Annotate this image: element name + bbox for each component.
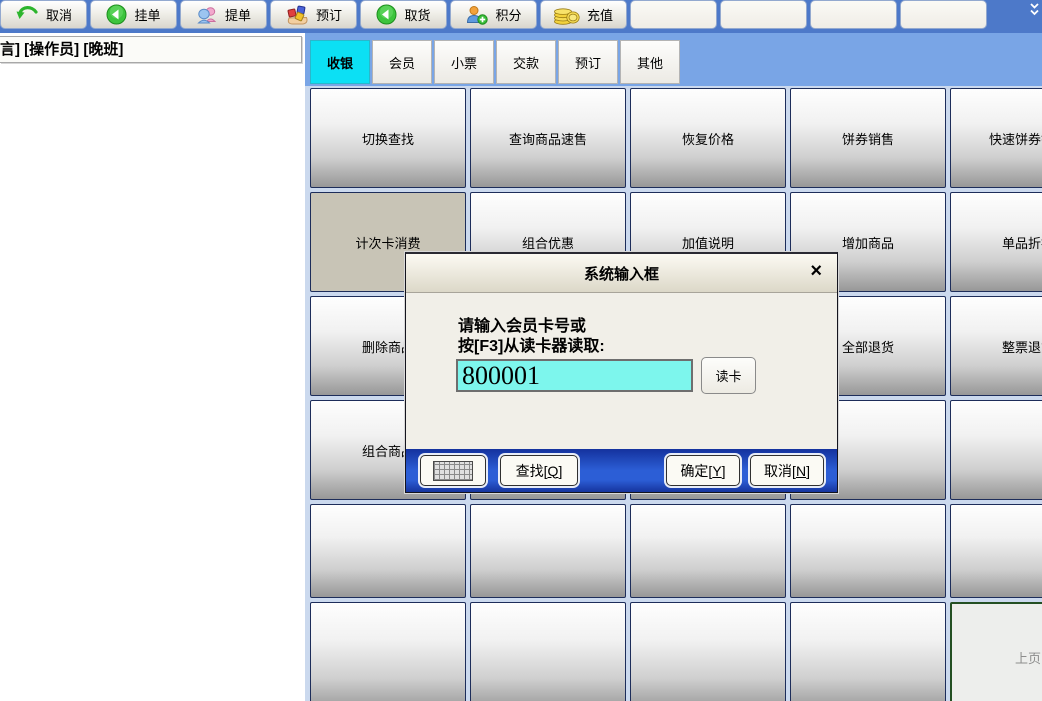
grid-button-r4c0[interactable] [310,504,466,598]
tab-bar: 收银会员小票交款预订其他 [305,33,1042,86]
toolbar-button-label: 取消 [46,5,72,24]
grid-button-r0c3[interactable]: 饼券销售 [790,88,946,188]
grid-button-label: 切换查找 [362,129,414,148]
grid-button-r4c1[interactable] [470,504,626,598]
dialog-title-bar: 系统输入框 × [406,254,837,293]
keyboard-icon [433,461,473,481]
tab-payment[interactable]: 交款 [496,40,556,84]
keyboard-button[interactable] [420,455,486,486]
cancel-button-label: 取消[ [764,461,796,481]
grid-button-label: 计次卡消费 [355,233,420,252]
pickup-order-icon [196,5,218,25]
toolbar: 取消 挂单 提单 预订 取货 积分 充值 [0,0,1042,33]
prev-page-label: 上页 [1015,648,1041,667]
toolbar-empty-button[interactable] [630,0,717,29]
grid-button-label: 整票退货 [1002,337,1042,356]
grid-button-r3c4[interactable] [950,400,1042,500]
grid-button-r5c1[interactable] [470,602,626,701]
grid-button-r4c4[interactable] [950,504,1042,598]
reserve-icon [285,5,309,25]
ok-button-label-end: ] [722,463,726,479]
grid-button-r1c4[interactable]: 单品折扣 [950,192,1042,292]
cancel-button-label-end: ] [806,463,810,479]
ok-button-label: 确定[ [680,461,712,481]
toolbar-button-recharge[interactable]: 充值 [540,0,627,29]
grid-button-r5c2[interactable] [630,602,786,701]
tab-reserve[interactable]: 预订 [558,40,618,84]
grid-button-r0c4[interactable]: 快速饼券销售 [950,88,1042,188]
cancel-button-accesskey: N [796,463,806,479]
grid-button-r5c3[interactable] [790,602,946,701]
cancel-button[interactable]: 取消[N] [750,455,824,486]
grid-button-label: 饼券销售 [842,129,894,148]
grid-button-label: 加值说明 [682,233,734,252]
toolbar-button-take-goods[interactable]: 取货 [360,0,447,29]
toolbar-empty-button[interactable] [810,0,897,29]
grid-button-r4c2[interactable] [630,504,786,598]
toolbar-button-label: 充值 [587,5,613,24]
chevron-down-icon [1029,2,1040,33]
hold-order-icon [106,4,127,25]
left-panel: 言] [操作员] [晚班] [0,33,305,701]
pos-screen: 取消挂单提单预订取货积分充值 言] [操作员] [晚班] 收银会员小票交款预订其… [0,0,1042,701]
grid-button-label: 组合优惠 [522,233,574,252]
grid-button-r4c3[interactable] [790,504,946,598]
toolbar-button-reserve[interactable]: 预订 [270,0,357,29]
points-icon [465,5,488,25]
toolbar-button-points[interactable]: 积分 [450,0,537,29]
grid-button-label: 单品折扣 [1002,233,1042,252]
toolbar-empty-button[interactable] [900,0,987,29]
grid-button-r0c1[interactable]: 查询商品速售 [470,88,626,188]
grid-button-r0c2[interactable]: 恢复价格 [630,88,786,188]
grid-button-r0c0[interactable]: 切换查找 [310,88,466,188]
recharge-icon [554,5,580,25]
toolbar-button-label: 提单 [225,5,251,24]
find-button-accesskey: Q [548,463,559,479]
ok-button-accesskey: Y [712,463,721,479]
dialog-title: 系统输入框 [406,263,837,284]
toolbar-button-pickup-order[interactable]: 提单 [180,0,267,29]
tab-cashier[interactable]: 收银 [310,40,370,84]
grid-button-label: 增加商品 [842,233,894,252]
grid-button-label: 查询商品速售 [509,129,587,148]
prev-page-button[interactable]: 上页 [950,602,1042,701]
prompt-text: 请输入会员卡号或 按[F3]从读卡器读取: [458,317,605,357]
grid-button-r2c4[interactable]: 整票退货 [950,296,1042,396]
tab-other[interactable]: 其他 [620,40,680,84]
toolbar-overflow-chevron[interactable] [1027,0,1042,33]
find-button[interactable]: 查找[Q] [500,455,578,486]
toolbar-button-label: 预订 [316,5,342,24]
grid-button-label: 全部退货 [842,337,894,356]
system-input-dialog: 系统输入框 × 请输入会员卡号或 按[F3]从读卡器读取: 读卡 查找[Q] 确… [405,252,838,493]
tab-member[interactable]: 会员 [372,40,432,84]
find-button-label-end: ] [558,463,562,479]
ok-button[interactable]: 确定[Y] [666,455,740,486]
dialog-footer: 查找[Q] 确定[Y] 取消[N] [406,449,837,492]
prompt-line-1: 请输入会员卡号或 [458,317,605,337]
prompt-line-2: 按[F3]从读卡器读取: [458,337,605,357]
operator-bar: 言] [操作员] [晚班] [0,36,302,63]
read-card-button[interactable]: 读卡 [701,357,756,394]
toolbar-button-cancel[interactable]: 取消 [0,0,87,29]
card-number-input[interactable] [456,359,693,392]
grid-button-label: 恢复价格 [682,129,734,148]
toolbar-button-label: 积分 [495,5,521,24]
grid-button-r5c0[interactable] [310,602,466,701]
dialog-body: 请输入会员卡号或 按[F3]从读卡器读取: 读卡 [406,293,837,452]
toolbar-buttons: 取消 挂单 提单 预订 取货 积分 充值 [0,0,1027,29]
find-button-label: 查找[ [516,461,548,481]
operator-text: 言] [操作员] [晚班] [0,41,123,58]
cancel-icon [15,5,39,25]
take-goods-icon [376,4,397,25]
toolbar-button-label: 挂单 [134,5,160,24]
close-icon[interactable]: × [810,261,822,281]
tab-receipt[interactable]: 小票 [434,40,494,84]
grid-button-label: 快速饼券销售 [989,129,1042,148]
toolbar-button-hold-order[interactable]: 挂单 [90,0,177,29]
toolbar-empty-button[interactable] [720,0,807,29]
toolbar-button-label: 取货 [404,5,430,24]
